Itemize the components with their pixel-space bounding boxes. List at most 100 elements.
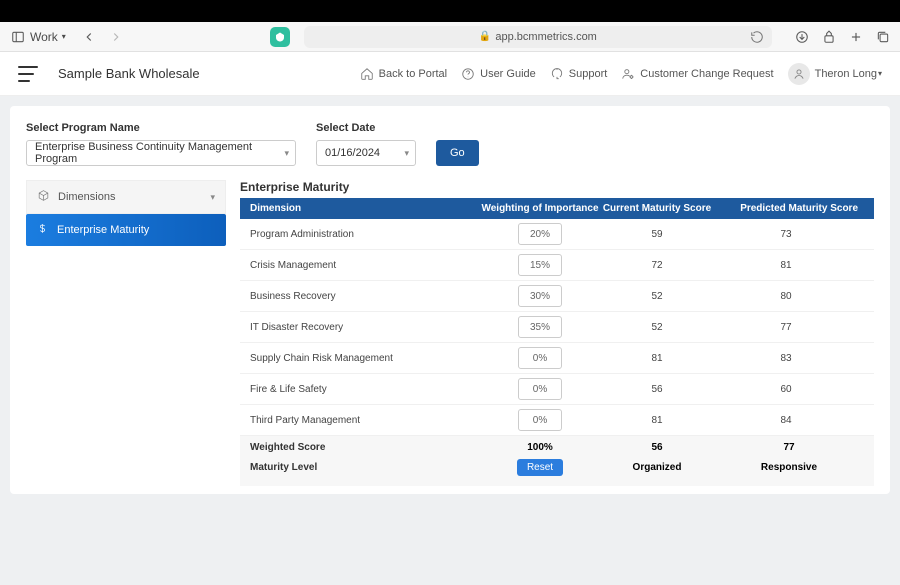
cell-dimension: Program Administration xyxy=(250,229,480,240)
user-guide-link[interactable]: User Guide xyxy=(461,67,536,81)
main: Enterprise Maturity Dimension Weighting … xyxy=(240,180,874,486)
table-row: Crisis Management 15% 7281 xyxy=(240,250,874,281)
change-request-link[interactable]: Customer Change Request xyxy=(621,67,773,81)
date-label: Select Date xyxy=(316,122,416,134)
cube-icon xyxy=(37,189,50,205)
cell-current: 72 xyxy=(600,260,714,271)
org-name: Sample Bank Wholesale xyxy=(58,66,200,81)
chevron-down-icon[interactable]: ▾ xyxy=(62,32,66,41)
cell-current: 56 xyxy=(600,384,714,395)
new-tab-icon[interactable] xyxy=(848,29,863,44)
th-current: Current Maturity Score xyxy=(600,203,714,214)
cell-dimension: Fire & Life Safety xyxy=(250,384,480,395)
avatar-icon xyxy=(788,63,810,85)
maturity-current: Organized xyxy=(600,462,714,473)
weight-input[interactable]: 35% xyxy=(518,316,562,338)
cell-dimension: Business Recovery xyxy=(250,291,480,302)
url-text: app.bcmmetrics.com xyxy=(495,31,596,43)
site-favicon xyxy=(270,27,290,47)
chevron-down-icon: ▾ xyxy=(284,148,289,159)
tabs-overview-icon[interactable] xyxy=(875,29,890,44)
th-dimension: Dimension xyxy=(250,203,480,214)
weight-input[interactable]: 30% xyxy=(518,285,562,307)
url-bar[interactable]: 🔒 app.bcmmetrics.com xyxy=(304,26,772,48)
chevron-down-icon: ▾ xyxy=(404,148,409,159)
content-card: Select Program Name Enterprise Business … xyxy=(10,106,890,494)
sidebar-item-label: Dimensions xyxy=(58,191,115,203)
cell-weight: 0% xyxy=(480,409,600,431)
lock-icon: 🔒 xyxy=(479,31,491,42)
cell-dimension: Supply Chain Risk Management xyxy=(250,353,480,364)
cell-predicted: 81 xyxy=(714,260,864,271)
table-footer: Weighted Score 100% 56 77 Maturity Level… xyxy=(240,436,874,486)
weighted-score-label: Weighted Score xyxy=(250,442,480,453)
cell-current: 52 xyxy=(600,291,714,302)
cell-current: 81 xyxy=(600,353,714,364)
cell-dimension: IT Disaster Recovery xyxy=(250,322,480,333)
share-icon[interactable] xyxy=(821,29,836,44)
program-value: Enterprise Business Continuity Managemen… xyxy=(35,141,287,165)
window-tab-strip xyxy=(0,0,900,22)
support-link[interactable]: Support xyxy=(550,67,608,81)
cell-predicted: 77 xyxy=(714,322,864,333)
link-label: User Guide xyxy=(480,68,536,80)
table-row: Third Party Management0%8184 xyxy=(240,405,874,436)
nav-back-icon[interactable] xyxy=(82,29,97,44)
user-menu[interactable]: Theron Long ▾ xyxy=(788,63,882,85)
link-label: Customer Change Request xyxy=(640,68,773,80)
table-row: Program Administration20%5973 xyxy=(240,219,874,250)
menu-icon[interactable] xyxy=(18,66,38,82)
cell-predicted: 73 xyxy=(714,229,864,240)
reload-icon[interactable] xyxy=(749,29,764,44)
back-to-portal-link[interactable]: Back to Portal xyxy=(360,67,447,81)
weighted-current: 56 xyxy=(600,442,714,453)
date-select[interactable]: 01/16/2024 ▾ xyxy=(316,140,416,166)
sidebar-toggle-icon[interactable] xyxy=(10,29,25,44)
cell-weight: 35% xyxy=(480,316,600,338)
download-icon[interactable] xyxy=(794,29,809,44)
cell-weight: 20% xyxy=(480,223,600,245)
table-row: Business Recovery 30% 5280 xyxy=(240,281,874,312)
program-select[interactable]: Enterprise Business Continuity Managemen… xyxy=(26,140,296,166)
weight-input[interactable]: 15% xyxy=(518,254,562,276)
date-value: 01/16/2024 xyxy=(325,147,380,159)
section-title: Enterprise Maturity xyxy=(240,180,874,194)
app-header: Sample Bank Wholesale Back to Portal Use… xyxy=(0,52,900,96)
th-weight: Weighting of Importance xyxy=(480,203,600,214)
weight-input[interactable]: 0% xyxy=(518,347,562,369)
cell-weight: 15% xyxy=(480,254,600,276)
th-predicted: Predicted Maturity Score xyxy=(714,203,864,214)
link-label: Back to Portal xyxy=(379,68,447,80)
cell-predicted: 83 xyxy=(714,353,864,364)
table-header: Dimension Weighting of Importance Curren… xyxy=(240,198,874,219)
table-body: Program Administration20%5973Crisis Mana… xyxy=(240,219,874,436)
chevron-down-icon: ▾ xyxy=(878,69,882,78)
dollar-icon xyxy=(36,222,49,238)
sidebar-item-enterprise-maturity[interactable]: Enterprise Maturity xyxy=(26,214,226,246)
cell-dimension: Crisis Management xyxy=(250,260,480,271)
program-label: Select Program Name xyxy=(26,122,296,134)
maturity-predicted: Responsive xyxy=(714,462,864,473)
cell-weight: 0% xyxy=(480,347,600,369)
workspace-label[interactable]: Work xyxy=(30,30,58,44)
sidebar-item-dimensions[interactable]: Dimensions ▾ xyxy=(26,180,226,214)
go-button[interactable]: Go xyxy=(436,140,479,166)
cell-dimension: Third Party Management xyxy=(250,415,480,426)
filter-row: Select Program Name Enterprise Business … xyxy=(26,122,874,166)
cell-weight: 0% xyxy=(480,378,600,400)
weight-input[interactable]: 0% xyxy=(518,378,562,400)
table-row: Fire & Life Safety 0% 5660 xyxy=(240,374,874,405)
weight-input[interactable]: 0% xyxy=(518,409,562,431)
cell-current: 52 xyxy=(600,322,714,333)
user-name: Theron Long xyxy=(815,68,877,80)
nav-forward-icon xyxy=(109,29,124,44)
table-row: Supply Chain Risk Management 0% 8183 xyxy=(240,343,874,374)
weighted-total: 100% xyxy=(480,442,600,453)
sidebar-item-label: Enterprise Maturity xyxy=(57,224,149,236)
cell-weight: 30% xyxy=(480,285,600,307)
cell-predicted: 80 xyxy=(714,291,864,302)
weight-input[interactable]: 20% xyxy=(518,223,562,245)
sidebar: Dimensions ▾ Enterprise Maturity xyxy=(26,180,226,486)
reset-button[interactable]: Reset xyxy=(517,459,563,476)
cell-predicted: 60 xyxy=(714,384,864,395)
